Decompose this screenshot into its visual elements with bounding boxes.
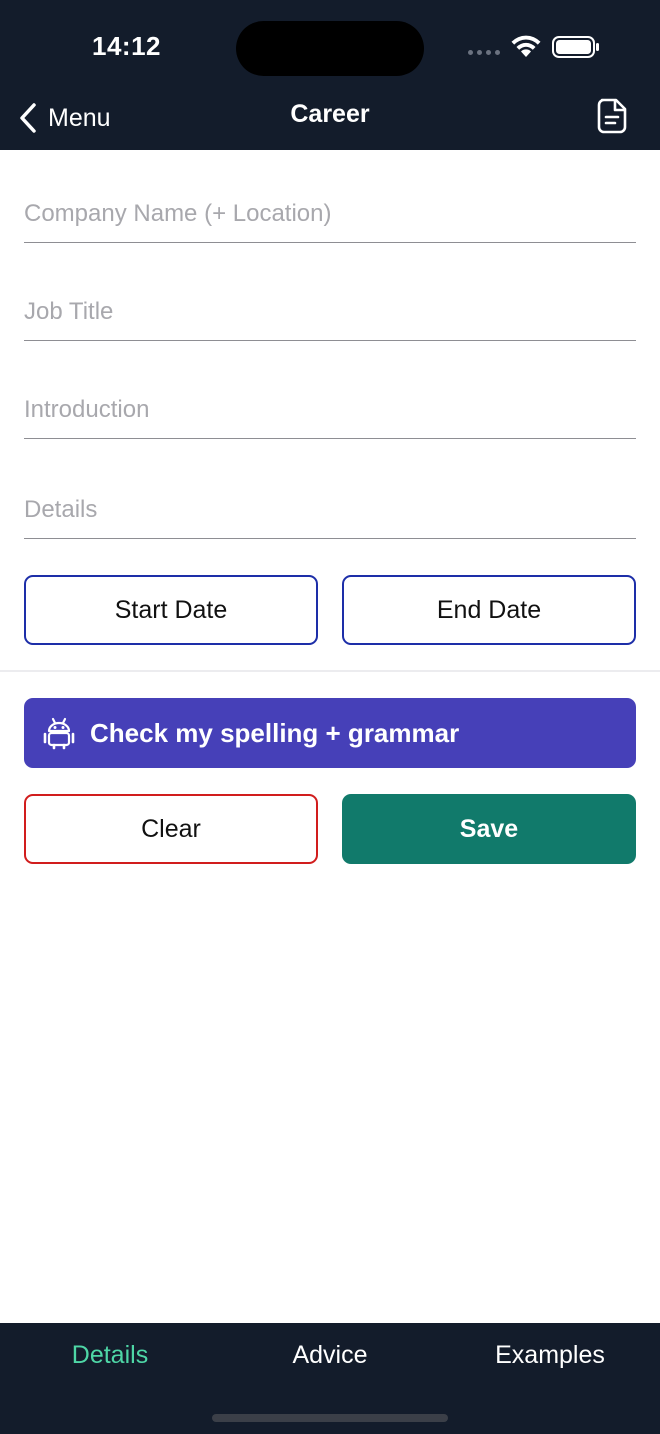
robot-icon [43,717,75,750]
check-spelling-label: Check my spelling + grammar [90,717,460,748]
wifi-icon [511,35,541,57]
tab-details[interactable]: Details [0,1341,220,1370]
dynamic-island [236,21,424,76]
document-icon[interactable] [596,98,628,134]
cellular-signal-icon [468,50,500,55]
details-field [24,479,636,539]
career-screen: 14:12 Menu Career Company Name (+ Locati… [0,0,660,1434]
company-input[interactable] [24,194,636,234]
header-bar: 14:12 Menu Career [0,0,660,150]
status-time: 14:12 [92,31,161,61]
introduction-input[interactable] [24,390,636,430]
section-divider [0,670,660,672]
job-title-field [24,281,636,341]
battery-icon [552,36,599,58]
clear-button[interactable]: Clear [24,794,318,864]
clear-button-label: Clear [141,814,201,843]
job-title-input[interactable] [24,292,636,332]
start-date-label: Start Date [114,595,228,624]
company-field [24,183,636,243]
back-button[interactable]: Menu [18,98,111,138]
end-date-label: End Date [436,595,542,624]
chevron-left-icon [20,103,36,133]
introduction-field [24,379,636,439]
check-spelling-button[interactable]: Check my spelling + grammar [24,698,636,768]
back-button-label: Menu [48,103,111,132]
save-button-label: Save [459,814,519,843]
home-indicator [212,1414,448,1422]
tab-bar: Details Advice Examples [0,1323,660,1434]
start-date-button[interactable]: Start Date [24,575,318,645]
tab-examples[interactable]: Examples [440,1341,660,1370]
details-input[interactable] [24,490,636,530]
tab-advice[interactable]: Advice [220,1341,440,1370]
end-date-button[interactable]: End Date [342,575,636,645]
save-button[interactable]: Save [342,794,636,864]
